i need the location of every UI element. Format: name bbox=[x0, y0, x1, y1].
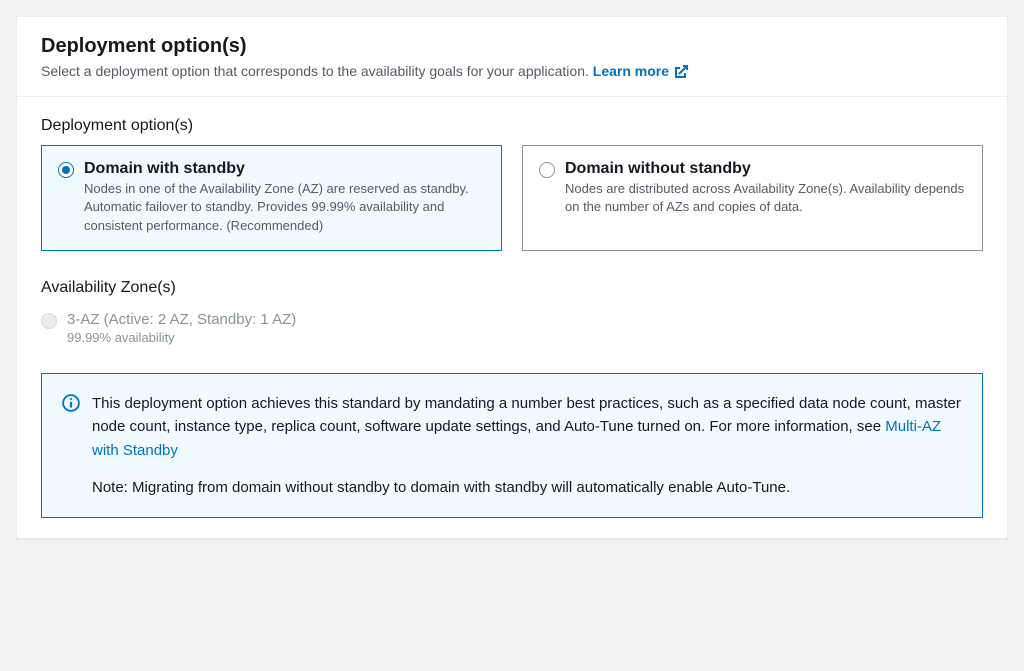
deployment-section-label: Deployment option(s) bbox=[41, 117, 983, 135]
az-content: 3-AZ (Active: 2 AZ, Standby: 1 AZ) 99.99… bbox=[67, 311, 983, 345]
option-description: Nodes are distributed across Availabilit… bbox=[565, 180, 966, 218]
panel-header: Deployment option(s) Select a deployment… bbox=[17, 17, 1007, 97]
subtitle-text: Select a deployment option that correspo… bbox=[41, 63, 589, 79]
panel-body: Deployment option(s) Domain with standby… bbox=[17, 97, 1007, 539]
deployment-option-grid: Domain with standby Nodes in one of the … bbox=[41, 145, 983, 252]
info-content: This deployment option achieves this sta… bbox=[92, 392, 962, 499]
learn-more-link[interactable]: Learn more bbox=[593, 62, 689, 82]
option-with-standby[interactable]: Domain with standby Nodes in one of the … bbox=[41, 145, 502, 252]
deployment-panel: Deployment option(s) Select a deployment… bbox=[16, 16, 1008, 539]
info-paragraph: This deployment option achieves this sta… bbox=[92, 392, 962, 462]
option-content: Domain without standby Nodes are distrib… bbox=[565, 160, 966, 218]
radio-3az-disabled bbox=[41, 313, 57, 329]
info-text-prefix: This deployment option achieves this sta… bbox=[92, 395, 961, 435]
option-content: Domain with standby Nodes in one of the … bbox=[84, 160, 485, 237]
option-title: Domain with standby bbox=[84, 160, 485, 178]
external-link-icon bbox=[673, 64, 689, 80]
panel-title: Deployment option(s) bbox=[41, 35, 983, 58]
option-description: Nodes in one of the Availability Zone (A… bbox=[84, 180, 485, 237]
info-box: This deployment option achieves this sta… bbox=[41, 373, 983, 518]
radio-without-standby[interactable] bbox=[539, 162, 555, 178]
az-option-3az: 3-AZ (Active: 2 AZ, Standby: 1 AZ) 99.99… bbox=[41, 307, 983, 349]
panel-subtitle: Select a deployment option that correspo… bbox=[41, 62, 983, 82]
option-without-standby[interactable]: Domain without standby Nodes are distrib… bbox=[522, 145, 983, 252]
info-icon bbox=[62, 394, 80, 412]
az-title: 3-AZ (Active: 2 AZ, Standby: 1 AZ) bbox=[67, 311, 983, 328]
radio-with-standby[interactable] bbox=[58, 162, 74, 178]
learn-more-text: Learn more bbox=[593, 62, 669, 82]
info-note: Note: Migrating from domain without stan… bbox=[92, 476, 962, 499]
option-title: Domain without standby bbox=[565, 160, 966, 178]
availability-zone-section: Availability Zone(s) 3-AZ (Active: 2 AZ,… bbox=[41, 279, 983, 349]
az-section-label: Availability Zone(s) bbox=[41, 279, 983, 297]
az-description: 99.99% availability bbox=[67, 330, 983, 345]
